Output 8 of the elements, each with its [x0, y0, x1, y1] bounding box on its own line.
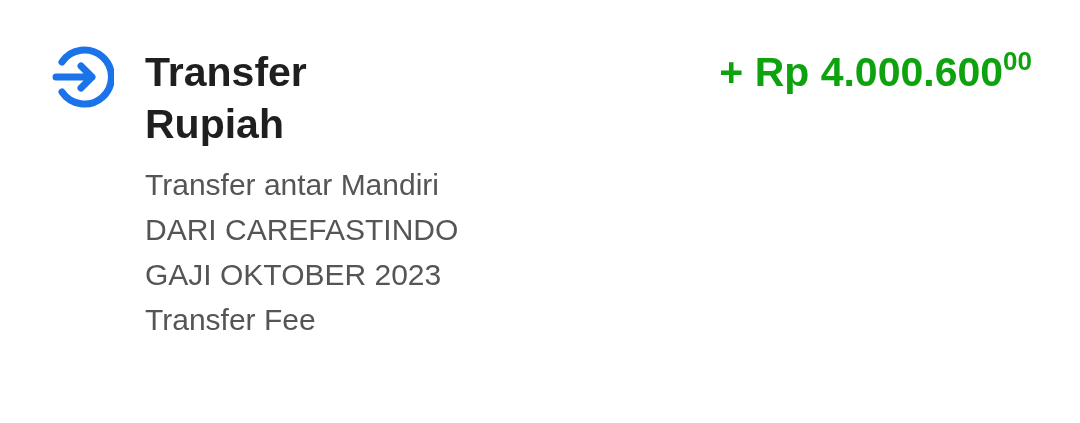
transfer-in-icon: [52, 46, 114, 108]
transaction-amount: + Rp 4.000.600$^{00}$: [719, 46, 1032, 97]
transaction-title: Transfer: [145, 48, 308, 97]
transaction-detail: Transfer antar Mandiri: [145, 167, 440, 203]
transaction-detail: GAJI OKTOBER 2023: [145, 257, 443, 293]
transaction-detail: Transfer Fee: [145, 302, 317, 338]
transaction-title: Rupiah: [145, 100, 285, 149]
transaction-detail: DARI CAREFASTINDO: [145, 212, 459, 248]
